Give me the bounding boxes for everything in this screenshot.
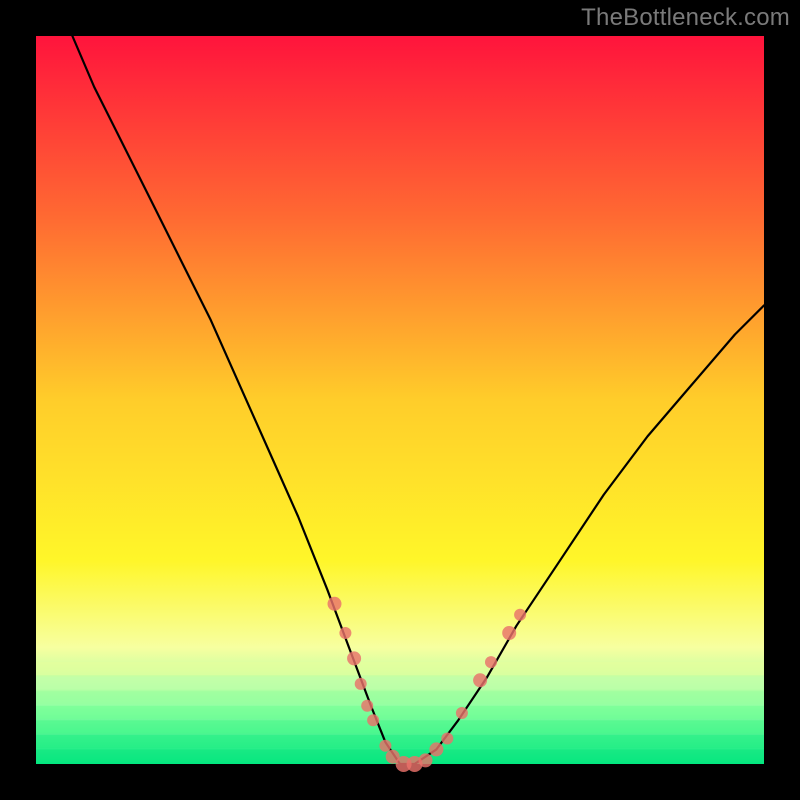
bottleneck-chart [0, 0, 800, 800]
chart-background [36, 36, 764, 764]
watermark-text: TheBottleneck.com [581, 4, 790, 32]
chart-band-lines [36, 662, 764, 762]
